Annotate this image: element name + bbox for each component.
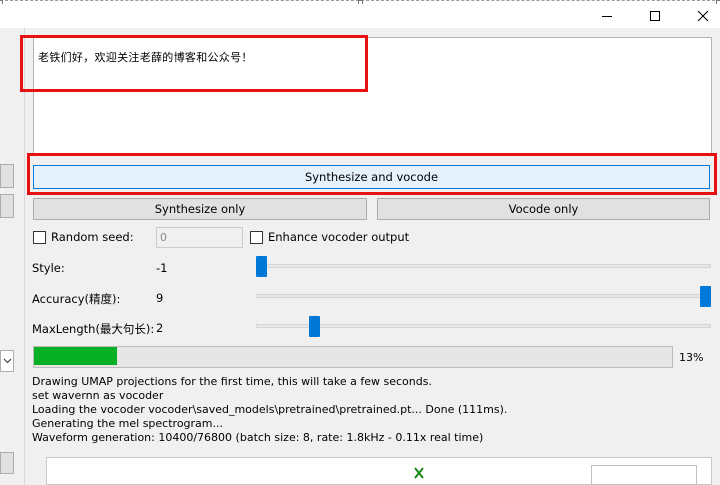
synthesize-and-vocode-button[interactable]: Synthesize and vocode xyxy=(33,165,710,189)
enhance-vocoder-label: Enhance vocoder output xyxy=(268,230,410,244)
log-line: set wavernn as vocoder xyxy=(32,389,164,402)
left-panel xyxy=(0,28,25,485)
progress-percent: 13% xyxy=(679,351,704,364)
progress-bar xyxy=(33,346,673,368)
left-panel-button-3[interactable] xyxy=(0,452,14,474)
maxlength-slider-track[interactable] xyxy=(256,324,711,328)
chevron-down-icon xyxy=(3,358,11,364)
status-check-icon xyxy=(413,466,425,480)
left-panel-button-1[interactable] xyxy=(0,164,14,188)
minimize-button[interactable] xyxy=(587,4,627,28)
left-panel-dropdown[interactable] xyxy=(0,350,14,372)
text-input-value: 老铁们好，欢迎关注老薛的博客和公众号！ xyxy=(38,51,253,64)
enhance-vocoder-checkbox[interactable] xyxy=(250,231,263,244)
random-seed-label: Random seed: xyxy=(51,230,134,244)
random-seed-checkbox[interactable] xyxy=(33,231,46,244)
log-line: Waveform generation: 10400/76800 (batch … xyxy=(32,431,484,444)
maximize-icon xyxy=(650,11,660,21)
maxlength-label: MaxLength(最大句长): xyxy=(32,322,155,336)
close-button[interactable] xyxy=(683,4,720,28)
accuracy-label: Accuracy(精度): xyxy=(32,292,121,306)
style-value: -1 xyxy=(156,261,168,275)
random-seed-input[interactable]: 0 xyxy=(156,227,243,248)
style-slider-track[interactable] xyxy=(256,264,711,268)
vocode-only-button[interactable]: Vocode only xyxy=(377,198,710,220)
bottom-combo[interactable] xyxy=(591,465,697,485)
maxlength-value: 2 xyxy=(156,321,164,335)
accuracy-value: 9 xyxy=(156,291,164,305)
style-label: Style: xyxy=(32,261,65,275)
accuracy-slider-thumb[interactable] xyxy=(700,286,711,307)
maximize-button[interactable] xyxy=(635,4,675,28)
left-panel-button-2[interactable] xyxy=(0,194,14,218)
log-line: Generating the mel spectrogram... xyxy=(32,417,224,430)
synthesize-only-button[interactable]: Synthesize only xyxy=(33,198,367,220)
close-icon xyxy=(697,10,709,22)
log-line: Loading the vocoder vocoder\saved_models… xyxy=(32,403,508,416)
accuracy-slider-track[interactable] xyxy=(256,294,711,298)
progress-bar-fill xyxy=(34,347,117,365)
style-slider-thumb[interactable] xyxy=(256,256,267,277)
log-line: Drawing UMAP projections for the first t… xyxy=(32,375,432,388)
maxlength-slider-thumb[interactable] xyxy=(309,316,321,337)
minimize-icon xyxy=(602,16,612,17)
